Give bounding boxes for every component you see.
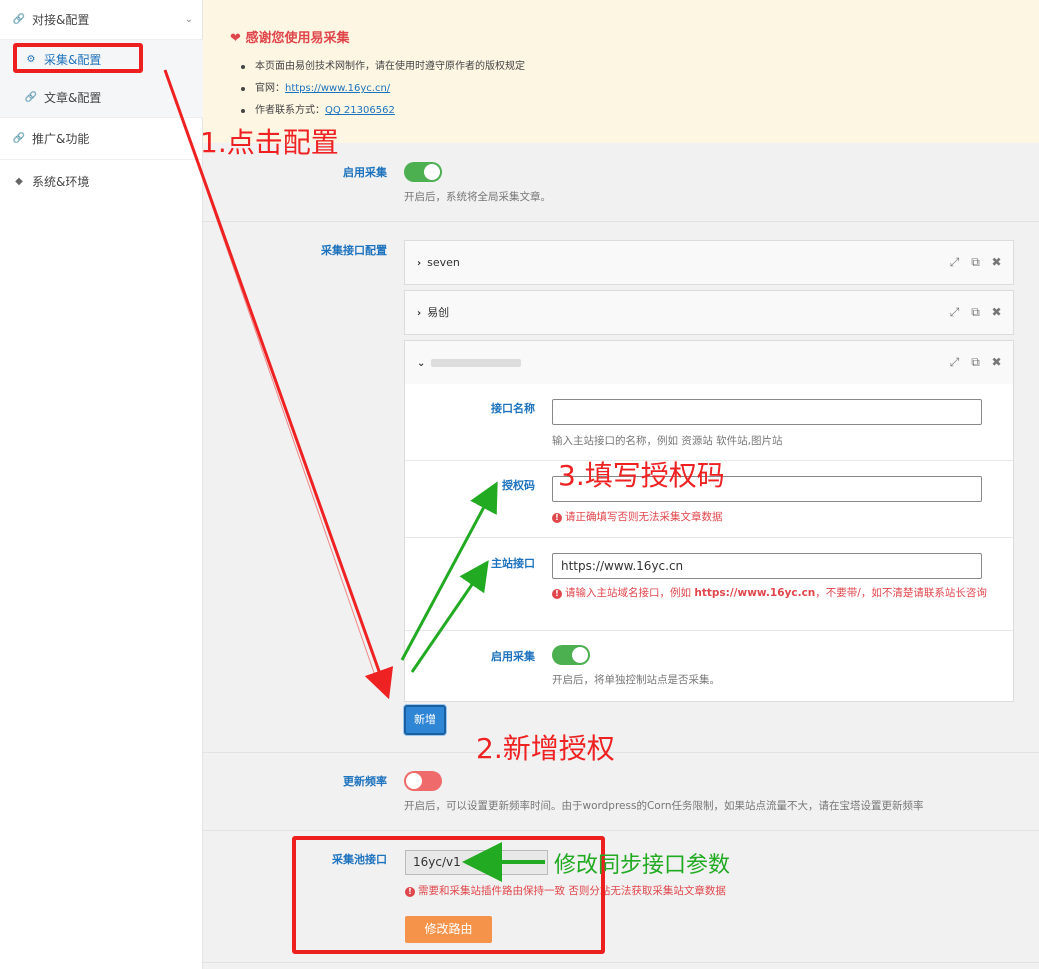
api-panel-yichuang[interactable]: › 易创 ⤢ ⧉ ✖ (404, 290, 1014, 335)
divider (405, 537, 1013, 538)
error-icon: ! (552, 513, 562, 523)
divider (203, 830, 1039, 831)
brand-icon: ◆ (15, 175, 23, 187)
toggle-knob (406, 773, 422, 789)
divider (203, 221, 1039, 222)
divider (203, 962, 1039, 963)
sidebar-item-label: 对接&配置 (32, 13, 90, 27)
enable-site-desc: 开启后，将单独控制站点是否采集。 (552, 674, 720, 686)
notice-title-text: 感谢您使用易采集 (245, 31, 350, 46)
auth-code-label: 授权码 (502, 479, 535, 492)
panel-header[interactable]: › 易创 (417, 291, 449, 335)
sidebar: 🔗 对接&配置 ⌄ ⚙ 采集&配置 🔗 文章&配置 🔗 推广&功能 ◆ 系统&环… (0, 0, 203, 969)
notice-item: 官网：https://www.16yc.cn/ (241, 80, 525, 102)
enable-site-toggle[interactable] (552, 645, 590, 665)
copy-icon[interactable]: ⧉ (969, 255, 982, 270)
chevron-down-icon: ⌄ (184, 14, 193, 25)
notice-text: 官网： (255, 83, 285, 94)
sidebar-group-integration[interactable]: 🔗 对接&配置 ⌄ (0, 0, 203, 40)
close-icon[interactable]: ✖ (990, 355, 1003, 370)
host-api-label: 主站接口 (491, 557, 535, 570)
chevron-down-icon: ⌄ (417, 358, 426, 369)
highlight-box-config (13, 43, 143, 73)
api-name-desc: 输入主站接口的名称，例如 资源站 软件站,图片站 (552, 435, 783, 447)
annotation-step2: 2.新增授权 (476, 732, 615, 765)
chevron-right-icon: › (417, 308, 422, 319)
panel-tools: ⤢ ⧉ ✖ (948, 355, 1003, 370)
qq-link[interactable]: QQ 21306562 (325, 105, 395, 116)
sidebar-item-label: 系统&环境 (32, 174, 90, 189)
annotation-sync: 修改同步接口参数 (554, 853, 731, 878)
api-name-label: 接口名称 (491, 402, 535, 415)
api-config-label: 采集接口配置 (321, 244, 387, 257)
notice-title: ❤ 感谢您使用易采集 (230, 27, 349, 46)
error-example: https://www.16yc.cn (694, 587, 816, 599)
panel-title: 易创 (427, 306, 450, 319)
sidebar-group-promotion[interactable]: 🔗 推广&功能 (0, 118, 203, 160)
notice-item: 本页面由易创技术网制作，请在使用时遵守原作者的版权规定 (241, 58, 525, 80)
sidebar-item-label: 推广&功能 (32, 132, 90, 146)
panel-header[interactable]: › seven (417, 241, 460, 285)
api-panel-body: 接口名称 输入主站接口的名称，例如 资源站 软件站,图片站 授权码 ! 请正确填写… (404, 384, 1014, 702)
toggle-knob (424, 164, 440, 180)
panel-tools: ⤢ ⧉ ✖ (948, 305, 1003, 320)
sidebar-group-system[interactable]: ◆ 系统&环境 (0, 160, 203, 202)
link-icon: 🔗 (12, 14, 26, 25)
divider (405, 630, 1013, 631)
notice-text: 本页面由易创技术网制作，请在使用时遵守原作者的版权规定 (255, 61, 525, 72)
sidebar-item-label: 文章&配置 (44, 91, 102, 105)
enable-collect-desc: 开启后，系统将全局采集文章。 (404, 191, 551, 203)
chevron-right-icon: › (417, 258, 422, 269)
add-button[interactable]: 新增 (404, 705, 446, 735)
host-api-input[interactable]: https://www.16yc.cn (552, 553, 982, 579)
panel-title: seven (427, 256, 460, 269)
expand-icon[interactable]: ⤢ (948, 305, 961, 320)
api-panel-seven[interactable]: › seven ⤢ ⧉ ✖ (404, 240, 1014, 285)
notice-list: 本页面由易创技术网制作，请在使用时遵守原作者的版权规定 官网：https://w… (241, 58, 525, 124)
enable-collect-toggle[interactable] (404, 162, 442, 182)
update-freq-label: 更新频率 (343, 775, 387, 788)
panel-header[interactable]: ⌄ (417, 341, 522, 385)
update-freq-desc: 开启后，可以设置更新频率时间。由于wordpress的Corn任务限制，如果站点… (404, 800, 924, 812)
toggle-knob (572, 647, 588, 663)
auth-code-error: ! 请正确填写否则无法采集文章数据 (552, 509, 723, 524)
copy-icon[interactable]: ⧉ (969, 355, 982, 370)
annotation-step1: 1.点击配置 (200, 126, 339, 159)
expand-icon[interactable]: ⤢ (948, 255, 961, 270)
api-name-input[interactable] (552, 399, 982, 425)
host-api-error: ! 请输入主站域名接口，例如 https://www.16yc.cn，不要带/，如… (552, 586, 997, 601)
close-icon[interactable]: ✖ (990, 255, 1003, 270)
api-panel-new[interactable]: ⌄ ⤢ ⧉ ✖ (404, 340, 1014, 385)
website-link[interactable]: https://www.16yc.cn/ (285, 83, 390, 94)
notice-text: 作者联系方式： (255, 105, 325, 116)
update-freq-toggle[interactable] (404, 771, 442, 791)
annotation-step3: 3.填写授权码 (558, 459, 725, 492)
enable-site-label: 启用采集 (491, 650, 535, 663)
link-icon: 🔗 (12, 133, 26, 144)
error-text: ，不要带/，如不清楚请联系站长咨询 (815, 587, 987, 599)
heart-icon: ❤ (230, 31, 241, 46)
error-icon: ! (552, 589, 562, 599)
enable-collect-label: 启用采集 (343, 166, 387, 179)
error-text: 请正确填写否则无法采集文章数据 (565, 511, 723, 523)
link-icon: 🔗 (24, 92, 38, 103)
close-icon[interactable]: ✖ (990, 305, 1003, 320)
sidebar-item-article-config[interactable]: 🔗 文章&配置 (0, 78, 203, 118)
divider (203, 752, 1039, 753)
copy-icon[interactable]: ⧉ (969, 305, 982, 320)
panel-tools: ⤢ ⧉ ✖ (948, 255, 1003, 270)
panel-title-placeholder (431, 359, 522, 367)
error-text: 请输入主站域名接口，例如 (565, 587, 695, 599)
expand-icon[interactable]: ⤢ (948, 355, 961, 370)
